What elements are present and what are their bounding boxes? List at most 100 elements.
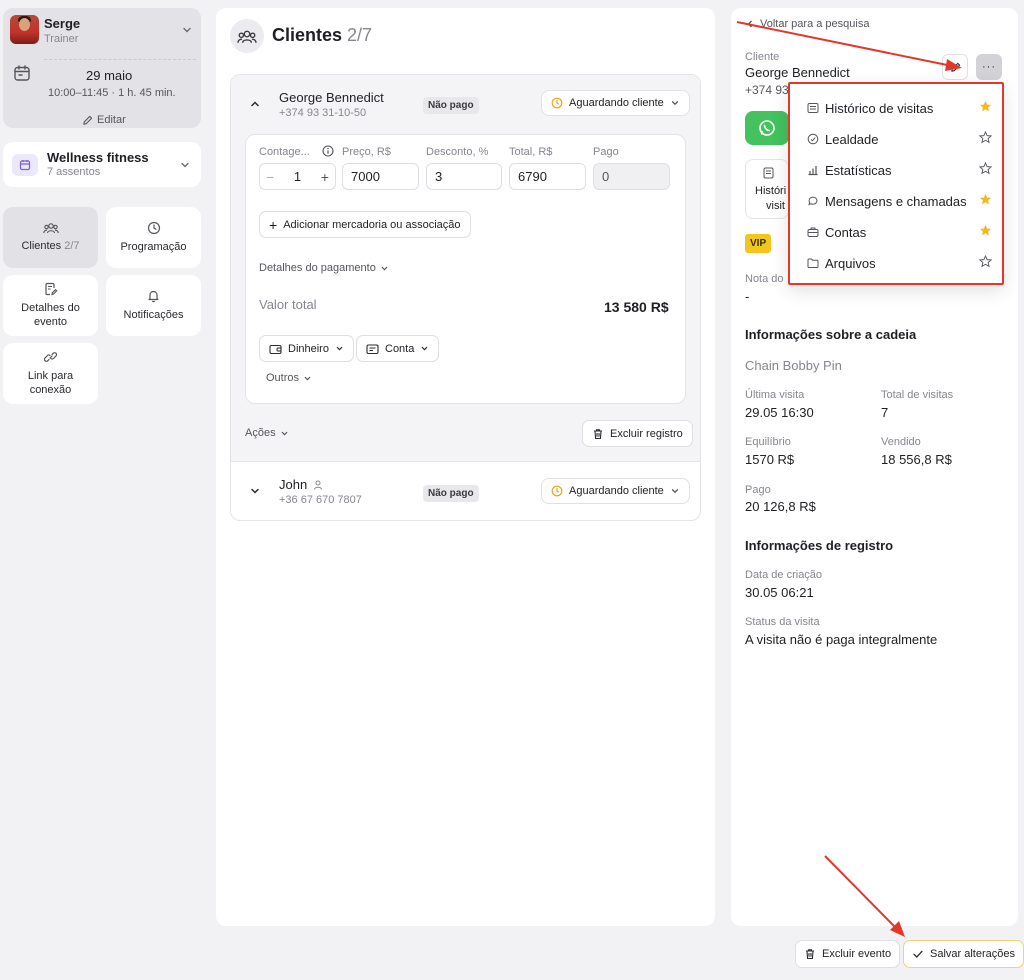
nav-clients[interactable]: Clientes 2/7 [3, 207, 98, 268]
client-status-dropdown[interactable]: Aguardando cliente [541, 90, 690, 116]
star-filled-icon[interactable] [979, 193, 992, 206]
actions-label: Ações [245, 427, 276, 439]
vip-badge: VIP [745, 234, 772, 253]
menu-item-label: Arquivos [825, 255, 876, 271]
client-label: Cliente [745, 51, 780, 63]
back-label: Voltar para a pesquisa [760, 18, 870, 30]
history-label-partial-2: visit [766, 200, 785, 212]
quantity-stepper[interactable]: − 1 + [259, 163, 336, 190]
link-icon [43, 350, 58, 364]
balance-value: 1570 R$ [745, 452, 795, 467]
client-status-dropdown[interactable]: Aguardando cliente [541, 478, 690, 504]
menu-item-label: Contas [825, 224, 867, 240]
info-icon[interactable] [322, 145, 334, 157]
folder-icon [807, 257, 819, 269]
divider [231, 461, 700, 462]
payment-status-badge: Não pago [423, 97, 479, 114]
total-label: Total, R$ [509, 146, 553, 158]
chevron-up-icon[interactable] [249, 98, 261, 110]
others-toggle[interactable]: Outros [266, 372, 312, 384]
chevron-down-icon [670, 98, 680, 108]
add-item-button[interactable]: + Adicionar mercadoria ou associação [259, 211, 471, 238]
room-card[interactable]: Wellness fitness 7 assentos [3, 142, 201, 187]
wallet-icon [269, 343, 282, 355]
clock-icon [147, 221, 161, 235]
nav-connection-link[interactable]: Link para conexão [3, 343, 98, 404]
whatsapp-button[interactable] [745, 111, 789, 145]
room-icon [12, 154, 38, 176]
payment-method-account[interactable]: Conta [356, 335, 440, 362]
edit-button[interactable]: Editar [82, 114, 126, 126]
star-outline-icon[interactable] [979, 131, 992, 144]
client-name[interactable]: George Bennedict [279, 90, 384, 105]
delete-record-button[interactable]: Excluir registro [582, 420, 693, 447]
plus-icon: + [269, 216, 278, 233]
chevron-down-icon [380, 264, 389, 273]
nav-schedule[interactable]: Programação [106, 207, 201, 268]
menu-item-accounts[interactable]: Contas [807, 221, 992, 243]
star-filled-icon[interactable] [979, 100, 992, 113]
plus-icon[interactable]: + [321, 169, 329, 185]
menu-item-label: Lealdade [825, 131, 879, 147]
nav-notifications[interactable]: Notificações [106, 275, 201, 336]
price-field[interactable]: 7000 [342, 163, 419, 190]
star-outline-icon[interactable] [979, 162, 992, 175]
page-title: Clientes 2/7 [272, 25, 372, 46]
client-row[interactable]: John [279, 477, 323, 492]
minus-icon[interactable]: − [266, 169, 274, 185]
arrow-left-icon [745, 19, 755, 29]
chevron-down-icon [420, 344, 429, 353]
paid-label: Pago [593, 146, 619, 158]
menu-item-label: Estatísticas [825, 162, 892, 178]
room-seats: 7 assentos [47, 166, 101, 178]
menu-item-files[interactable]: Arquivos [807, 252, 992, 274]
nav-link-label-line1: Link para [27, 370, 74, 382]
payment-method-cash[interactable]: Dinheiro [259, 335, 354, 362]
client-name: George Bennedict [745, 65, 850, 80]
chat-icon [807, 195, 819, 207]
event-time: 10:00–11:45 · 1 h. 45 min. [48, 87, 176, 99]
chevron-down-icon[interactable] [249, 485, 261, 497]
document-edit-icon [44, 282, 58, 296]
more-options-button[interactable]: ··· [976, 54, 1002, 80]
briefcase-icon [807, 226, 819, 238]
client-name[interactable]: John [279, 477, 307, 492]
chevron-down-icon[interactable] [181, 24, 193, 36]
price-label: Preço, R$ [342, 146, 391, 158]
total-field[interactable]: 6790 [509, 163, 586, 190]
payment-details-toggle[interactable]: Detalhes do pagamento [259, 262, 389, 274]
client-status-label: Aguardando cliente [569, 485, 664, 497]
chevron-down-icon[interactable] [179, 159, 191, 171]
back-link[interactable]: Voltar para a pesquisa [745, 18, 869, 30]
visit-history-shortcut[interactable]: Históri visit [745, 159, 789, 219]
menu-item-messages-calls[interactable]: Mensagens e chamadas [807, 190, 992, 212]
nav-event-details[interactable]: Detalhes do evento [3, 275, 98, 336]
menu-item-loyalty[interactable]: Lealdade [807, 128, 992, 150]
client-phone: +374 93 [745, 83, 789, 97]
menu-item-label: Histórico de visitas [825, 100, 934, 116]
star-filled-icon[interactable] [979, 224, 992, 237]
actions-toggle[interactable]: Ações [245, 427, 289, 439]
pencil-icon [82, 115, 93, 126]
chain-name: Chain Bobby Pin [745, 358, 842, 373]
last-visit-value: 29.05 16:30 [745, 405, 814, 420]
last-visit-label: Última visita [745, 389, 805, 401]
whatsapp-icon [758, 119, 776, 137]
list-icon [807, 102, 819, 114]
delete-event-button[interactable]: Excluir evento [795, 940, 901, 968]
users-icon [42, 222, 59, 234]
edit-client-button[interactable] [942, 54, 968, 80]
star-outline-icon[interactable] [979, 255, 992, 268]
pencil-icon [950, 62, 961, 73]
save-changes-button[interactable]: Salvar alterações [903, 940, 1024, 968]
discount-field[interactable]: 3 [426, 163, 502, 190]
trainer-card[interactable]: Serge Trainer 29 maio 10:00–11:45 · 1 h.… [3, 8, 201, 128]
menu-item-visit-history[interactable]: Histórico de visitas [807, 97, 992, 119]
client-phone: +374 93 31-10-50 [279, 107, 367, 119]
check-icon [912, 948, 924, 960]
users-icon [230, 19, 264, 53]
menu-item-statistics[interactable]: Estatísticas [807, 159, 992, 181]
client-phone: +36 67 670 7807 [279, 494, 362, 506]
discount-label: Desconto, % [426, 146, 489, 158]
client-options-menu: Histórico de visitas Lealdade Estatístic… [788, 82, 1004, 285]
